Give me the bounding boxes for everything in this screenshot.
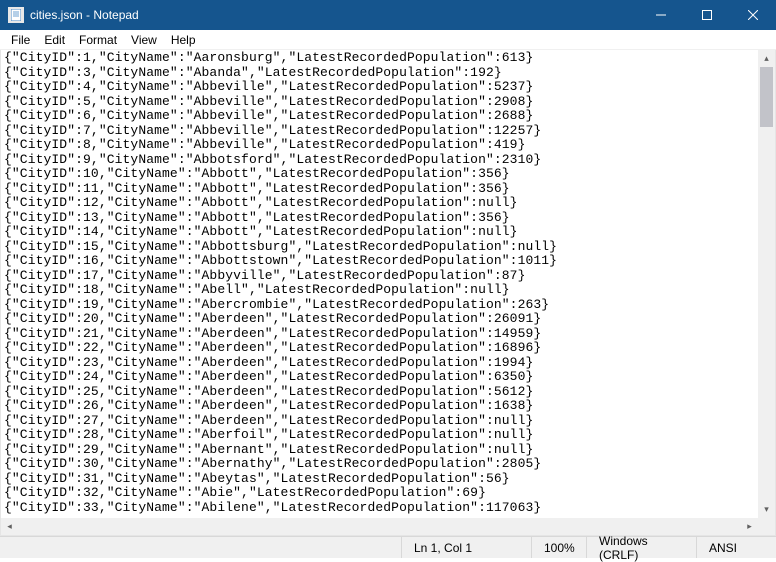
menu-format[interactable]: Format (72, 31, 124, 49)
notepad-icon (8, 7, 24, 23)
editor-container: {"CityID":1,"CityName":"Aaronsburg","Lat… (0, 50, 776, 536)
maximize-button[interactable] (684, 0, 730, 30)
minimize-button[interactable] (638, 0, 684, 30)
scroll-down-arrow-icon[interactable]: ▾ (758, 501, 775, 518)
vertical-scroll-thumb[interactable] (760, 67, 773, 127)
window-title: cities.json - Notepad (30, 8, 638, 22)
status-line-ending: Windows (CRLF) (586, 537, 696, 558)
status-cursor-position: Ln 1, Col 1 (401, 537, 531, 558)
status-zoom: 100% (531, 537, 586, 558)
statusbar: Ln 1, Col 1 100% Windows (CRLF) ANSI (0, 536, 776, 558)
horizontal-scrollbar[interactable]: ◂ ▸ (1, 518, 758, 535)
menu-edit[interactable]: Edit (37, 31, 72, 49)
vertical-scrollbar[interactable]: ▴ ▾ (758, 50, 775, 518)
scroll-left-arrow-icon[interactable]: ◂ (1, 518, 18, 535)
status-encoding: ANSI (696, 537, 776, 558)
scroll-up-arrow-icon[interactable]: ▴ (758, 50, 775, 67)
window-controls (638, 0, 776, 30)
menu-help[interactable]: Help (164, 31, 203, 49)
close-button[interactable] (730, 0, 776, 30)
menu-file[interactable]: File (4, 31, 37, 49)
scroll-right-arrow-icon[interactable]: ▸ (741, 518, 758, 535)
scrollbar-corner (758, 518, 775, 535)
menu-view[interactable]: View (124, 31, 164, 49)
text-editor[interactable]: {"CityID":1,"CityName":"Aaronsburg","Lat… (1, 50, 775, 535)
titlebar: cities.json - Notepad (0, 0, 776, 30)
menubar: File Edit Format View Help (0, 30, 776, 50)
